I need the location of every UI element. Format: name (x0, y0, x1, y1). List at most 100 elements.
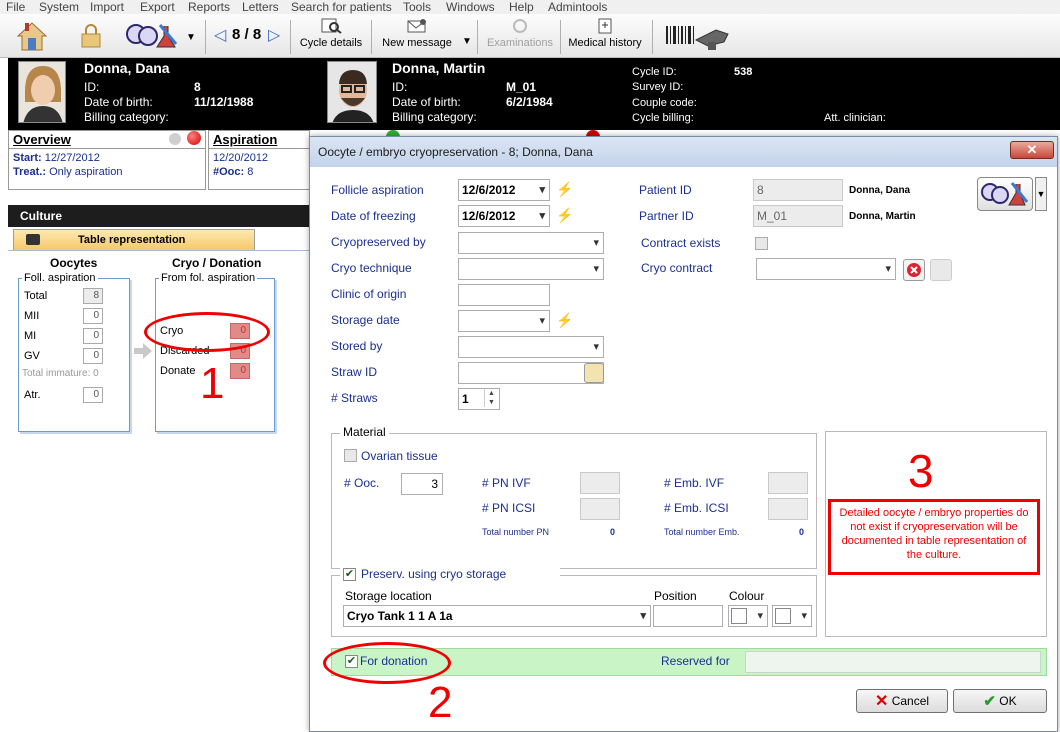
patient-header: Donna, Dana ID: 8 Date of birth: 11/12/1… (8, 58, 1060, 130)
table-representation-tab[interactable]: Table representation (13, 229, 255, 250)
follicle-aspiration-date[interactable]: 12/6/2012 (458, 179, 550, 201)
chevron-down-icon[interactable]: ▼ (186, 32, 196, 43)
treat-value: Only aspiration (49, 166, 123, 178)
magnifier-icon (321, 18, 342, 34)
total-emb-label: Total number Emb. (664, 527, 740, 537)
cycle-id: 538 (734, 66, 753, 78)
atr-field[interactable]: 0 (83, 387, 103, 403)
cancel-x-icon: ✕ (874, 692, 889, 710)
storage-location-select[interactable]: Cryo Tank 1 1 A 1a (343, 605, 651, 627)
aspiration-title[interactable]: Aspiration (213, 132, 277, 147)
partner-id-field: M_01 (753, 205, 843, 227)
annotation-ellipse-1 (144, 312, 270, 352)
menu-windows[interactable]: Windows (446, 0, 495, 14)
arrow-right-icon (134, 343, 152, 359)
atr-label: Atr. (24, 389, 41, 401)
total-value: 8 (83, 288, 103, 304)
cryo-contract-select[interactable] (756, 258, 896, 280)
pn-ivf-label: # PN IVF (482, 476, 531, 490)
partner-dob-label: Date of birth: (392, 95, 461, 109)
partner-id-label: ID: (392, 80, 408, 94)
total-emb-value: 0 (799, 527, 805, 537)
cycle-id-label: Cycle ID: (632, 66, 677, 78)
contract-exists-checkbox[interactable] (755, 237, 768, 250)
new-message-dropdown-icon[interactable]: ▼ (462, 36, 472, 47)
from-fol-aspiration-legend: From fol. aspiration (159, 272, 258, 284)
camera-icon (26, 234, 40, 245)
overview-title[interactable]: Overview (13, 132, 71, 147)
new-message-button[interactable]: New message (378, 18, 456, 49)
cycle-billing-label: Cycle billing: (632, 112, 694, 124)
menu-system[interactable]: System (39, 0, 79, 14)
menu-file[interactable]: File (6, 0, 25, 14)
home-icon[interactable] (16, 20, 48, 52)
lock-icon[interactable] (80, 24, 102, 48)
date-freezing-date[interactable]: 12/6/2012 (458, 205, 550, 227)
stored-by-select[interactable] (458, 336, 604, 358)
aspiration-card[interactable]: Aspiration 12/20/2012 #Ooc: 8 (208, 130, 310, 190)
mii-field[interactable]: 0 (83, 308, 103, 324)
storage-date-input[interactable] (458, 310, 550, 332)
couple-lab-dropdown-icon[interactable]: ▼ (1035, 177, 1047, 211)
dialog-title: Oocyte / embryo cryopreservation - 8; Do… (310, 137, 1057, 167)
mi-field[interactable]: 0 (83, 328, 103, 344)
couple-lab-icon[interactable] (124, 22, 180, 50)
medical-history-button[interactable]: Medical history (565, 18, 645, 49)
menu-admintools[interactable]: Admintools (548, 0, 607, 14)
treat-label: Treat.: (13, 166, 47, 178)
delete-contract-button[interactable] (903, 259, 925, 281)
menu-search-patients[interactable]: Search for patients (291, 0, 392, 14)
emb-ivf-label: # Emb. IVF (664, 476, 725, 490)
contract-exists-label: Contract exists (641, 236, 721, 250)
navigation-counter: 8 / 8 (232, 26, 262, 43)
menu-help[interactable]: Help (509, 0, 534, 14)
couple-lab-icon[interactable] (977, 177, 1033, 211)
cryopreserved-by-select[interactable] (458, 232, 604, 254)
info-text: Detailed oocyte / embryo properties do n… (828, 499, 1040, 575)
ok-button[interactable]: ✔ OK (953, 689, 1047, 713)
survey-id-label: Survey ID: (632, 81, 684, 93)
lightning-icon[interactable]: ⚡ (556, 312, 573, 329)
donate-field[interactable]: 0 (230, 363, 250, 379)
ooc-label: # Ooc. (344, 476, 380, 490)
pn-icsi-field (580, 498, 620, 520)
straw-id-input[interactable] (458, 362, 604, 384)
patient-photo (18, 61, 66, 123)
cryopreserved-by-label: Cryopreserved by (331, 235, 426, 249)
ooc-input[interactable]: 3 (401, 473, 443, 495)
previous-arrow-icon[interactable]: ◁ (214, 25, 226, 45)
partner-billing-label: Billing category: (392, 110, 477, 124)
cycle-details-button[interactable]: Cycle details (296, 18, 366, 49)
barcode-scanner-icon[interactable] (664, 22, 730, 52)
cryo-technique-label: Cryo technique (331, 261, 412, 275)
close-icon[interactable]: ✕ (1010, 141, 1054, 159)
start-date: 12/27/2012 (44, 152, 100, 164)
menu-import[interactable]: Import (90, 0, 124, 14)
gv-field[interactable]: 0 (83, 348, 103, 364)
hand-pointer-icon[interactable] (584, 363, 604, 383)
menu-reports[interactable]: Reports (188, 0, 230, 14)
position-input[interactable] (653, 605, 723, 627)
storage-location-label: Storage location (345, 589, 432, 603)
next-arrow-icon[interactable]: ▷ (268, 25, 280, 45)
overview-card[interactable]: Overview Start: 12/27/2012 Treat.: Only … (8, 130, 206, 190)
position-label: Position (654, 589, 697, 603)
lightning-icon[interactable]: ⚡ (556, 207, 573, 224)
preserv-cryo-storage-checkbox[interactable]: ✔ (343, 568, 356, 581)
cancel-button[interactable]: ✕ Cancel (856, 689, 948, 713)
cryo-technique-select[interactable] (458, 258, 604, 280)
reserved-for-input[interactable] (745, 651, 1041, 673)
ovarian-tissue-checkbox[interactable] (344, 449, 357, 462)
straws-spinner-icon[interactable]: ▲ ▼ (484, 389, 498, 407)
colour-label: Colour (729, 589, 765, 603)
ovarian-tissue-label: Ovarian tissue (361, 449, 438, 463)
colour-select-1[interactable] (728, 605, 768, 627)
menu-tools[interactable]: Tools (403, 0, 431, 14)
menu-export[interactable]: Export (140, 0, 175, 14)
colour-select-2[interactable] (772, 605, 812, 627)
lightning-icon[interactable]: ⚡ (556, 181, 573, 198)
partner-photo (327, 61, 377, 123)
patient-id: 8 (194, 80, 201, 94)
menu-letters[interactable]: Letters (242, 0, 279, 14)
clinic-origin-input[interactable] (458, 284, 550, 306)
